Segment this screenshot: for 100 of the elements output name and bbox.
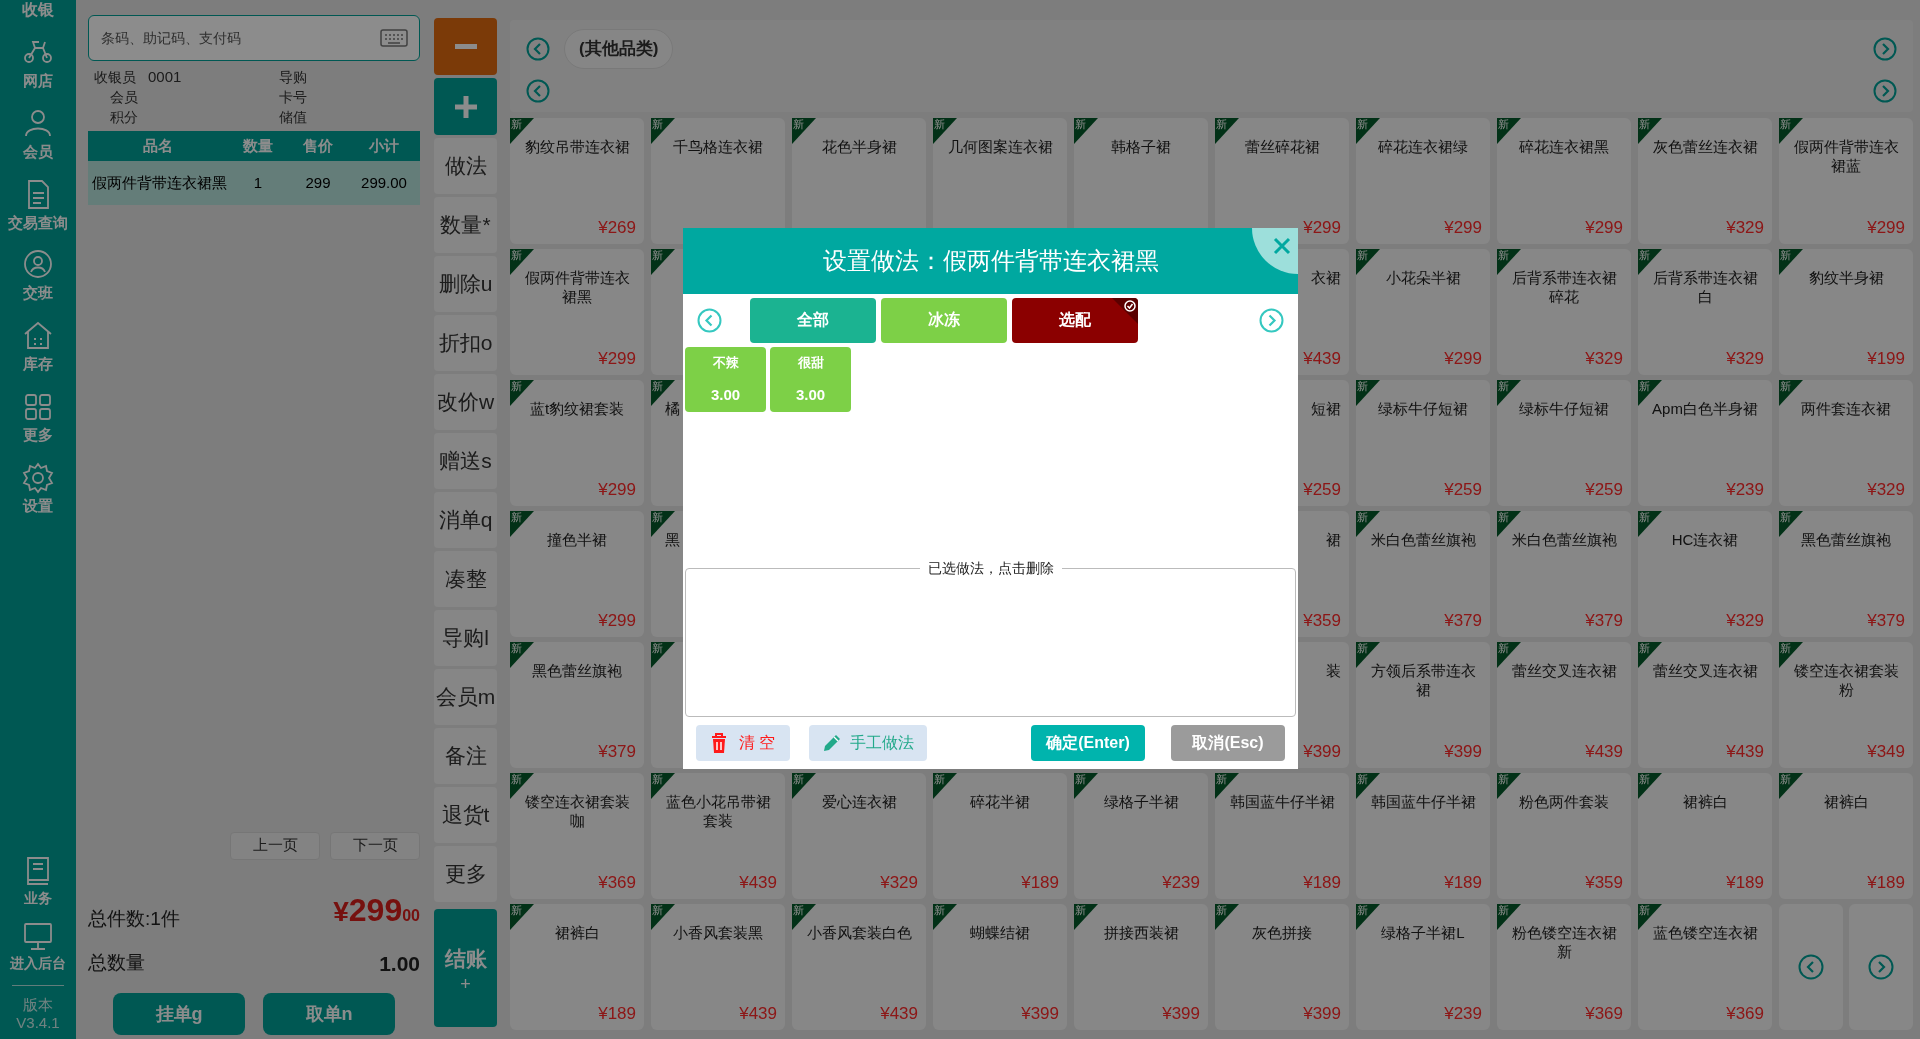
- product-price: ¥299: [598, 347, 637, 370]
- action-button[interactable]: 备注: [434, 728, 497, 784]
- product-card[interactable]: 新 灰色拼接 ¥399: [1215, 904, 1349, 1030]
- column-header: 售价: [302, 135, 334, 156]
- table-row[interactable]: 假两件背带连衣裙黑 1 299 299.00: [88, 161, 420, 205]
- action-button[interactable]: 做法: [434, 138, 497, 194]
- category-tab[interactable]: 全部: [750, 297, 876, 343]
- action-button[interactable]: 消单q: [434, 492, 497, 548]
- new-tag: 新: [651, 904, 675, 930]
- search-field[interactable]: 条码、助记码、支付码: [88, 15, 420, 61]
- product-price: ¥379: [598, 740, 637, 763]
- product-card[interactable]: 新 碎花半裙 ¥189: [933, 773, 1067, 899]
- product-card[interactable]: 新 两件套连衣裙 ¥329: [1779, 380, 1913, 506]
- product-price: ¥299: [1444, 347, 1483, 370]
- product-price: ¥329: [1585, 347, 1624, 370]
- product-card[interactable]: 新 小花朵半裙 ¥299: [1356, 249, 1490, 375]
- product-card[interactable]: 新 Apm白色半身裙 ¥239: [1638, 380, 1772, 506]
- new-tag: 新: [1779, 511, 1803, 537]
- category-tab[interactable]: 选配: [1012, 297, 1138, 343]
- new-tag: 新: [792, 773, 816, 799]
- table-cell-text: 299.00: [360, 172, 408, 193]
- product-card[interactable]: 新 黑色蕾丝旗袍 ¥379: [1779, 511, 1913, 637]
- product-price: ¥329: [880, 871, 919, 894]
- product-card[interactable]: 新 绿格子半裙 ¥239: [1074, 773, 1208, 899]
- product-price: ¥399: [1444, 740, 1483, 763]
- action-button[interactable]: 会员m: [434, 669, 497, 725]
- action-button[interactable]: 改价w: [434, 374, 497, 430]
- product-card[interactable]: 新 HC连衣裙 ¥329: [1638, 511, 1772, 637]
- table-cell-text: 1: [252, 172, 264, 193]
- product-card[interactable]: 新 撞色半裙 ¥299: [510, 511, 644, 637]
- action-button[interactable]: 数量*: [434, 197, 497, 253]
- product-card[interactable]: 新 蝴蝶结裙 ¥399: [933, 904, 1067, 1030]
- new-tag: 新: [1215, 118, 1239, 144]
- page-button[interactable]: 下一页: [330, 831, 420, 860]
- product-card[interactable]: 新 蓝t豹纹裙套装 ¥299: [510, 380, 644, 506]
- new-tag: 新: [1779, 773, 1803, 799]
- new-tag: 新: [1638, 511, 1662, 537]
- action-button[interactable]: 更多: [434, 846, 497, 902]
- product-card[interactable]: 新 黑色蕾丝旗袍 ¥379: [510, 642, 644, 768]
- new-tag: 新: [1638, 773, 1662, 799]
- product-card[interactable]: 新 绿标牛仔短裙 ¥259: [1497, 380, 1631, 506]
- product-name: 小花朵半裙: [1384, 268, 1462, 287]
- action-button[interactable]: 删除u: [434, 256, 497, 312]
- product-card[interactable]: 新 绿格子半裙L ¥239: [1356, 904, 1490, 1030]
- product-card[interactable]: 新 裙裤白 ¥189: [510, 904, 644, 1030]
- category-pill[interactable]: (其他品类): [564, 29, 674, 69]
- product-price: ¥299: [1303, 216, 1342, 239]
- new-tag: 新: [1356, 118, 1380, 144]
- product-name: 绿标牛仔短裙: [1518, 399, 1610, 418]
- product-price: ¥329: [1726, 347, 1765, 370]
- product-card[interactable]: 新 拼接西装裙 ¥399: [1074, 904, 1208, 1030]
- product-name: HC连衣裙: [1670, 530, 1740, 549]
- cancel-button[interactable]: 取消(Esc): [1171, 725, 1285, 761]
- product-price: ¥399: [1162, 1002, 1201, 1025]
- product-name: 碎花连衣裙黑: [1518, 137, 1610, 156]
- new-tag: 新: [510, 642, 534, 668]
- product-price: ¥259: [1303, 478, 1342, 501]
- product-card[interactable]: 新 裙裤白 ¥189: [1638, 773, 1772, 899]
- product-price: ¥439: [1303, 347, 1342, 370]
- product-card[interactable]: 新 爱心连衣裙 ¥329: [792, 773, 926, 899]
- product-card[interactable]: 新 粉色两件套装 ¥359: [1497, 773, 1631, 899]
- action-button[interactable]: 赠送s: [434, 433, 497, 489]
- action-button[interactable]: 凑整: [434, 551, 497, 607]
- product-card[interactable]: 新 碎花连衣裙黑 ¥299: [1497, 118, 1631, 244]
- product-card[interactable]: 新 豹纹半身裙 ¥199: [1779, 249, 1913, 375]
- new-tag: 新: [1215, 904, 1239, 930]
- column-header: 小计: [368, 135, 400, 156]
- product-card[interactable]: 新 绿标牛仔短裙 ¥259: [1356, 380, 1490, 506]
- total-quantity-label: 总数量: [88, 951, 145, 975]
- product-price: ¥369: [598, 871, 637, 894]
- product-card[interactable]: 新 小香风套装黑 ¥439: [651, 904, 785, 1030]
- action-button[interactable]: 退货t: [434, 787, 497, 843]
- total-quantity: 1.00: [379, 950, 420, 977]
- product-card[interactable]: 新 蕾丝碎花裙 ¥299: [1215, 118, 1349, 244]
- column-header: 数量: [242, 135, 274, 156]
- product-price: ¥439: [739, 1002, 778, 1025]
- product-card[interactable]: 新 裙裤白 ¥189: [1779, 773, 1913, 899]
- product-price: ¥369: [1726, 1002, 1765, 1025]
- product-name: 碎花半裙: [969, 792, 1031, 811]
- clear-button[interactable]: 清 空: [696, 725, 790, 761]
- product-price: ¥299: [1867, 216, 1906, 239]
- product-card[interactable]: 新 碎花连衣裙绿 ¥299: [1356, 118, 1490, 244]
- new-tag: 新: [1779, 380, 1803, 406]
- product-name: 裙: [1325, 530, 1342, 549]
- table-cell-text: 假两件背带连衣裙黑: [91, 174, 228, 192]
- action-button[interactable]: 导购l: [434, 610, 497, 666]
- product-price: ¥359: [1303, 609, 1342, 632]
- product-price: ¥329: [1867, 478, 1906, 501]
- product-card[interactable]: 新 小香风套装白色 ¥439: [792, 904, 926, 1030]
- product-price: ¥299: [598, 609, 637, 632]
- action-button[interactable]: 折扣o: [434, 315, 497, 371]
- product-price: ¥329: [1726, 609, 1765, 632]
- new-tag: 新: [792, 118, 816, 144]
- new-tag: 新: [1779, 249, 1803, 275]
- product-card[interactable]: 新 千鸟格连衣裙: [651, 118, 785, 244]
- product-price: ¥189: [1867, 871, 1906, 894]
- product-name: 蝴蝶结裙: [969, 923, 1031, 942]
- product-name: 千鸟格连衣裙: [672, 137, 764, 156]
- product-name: 粉色两件套装: [1518, 792, 1610, 811]
- page-button[interactable]: 上一页: [230, 831, 320, 860]
